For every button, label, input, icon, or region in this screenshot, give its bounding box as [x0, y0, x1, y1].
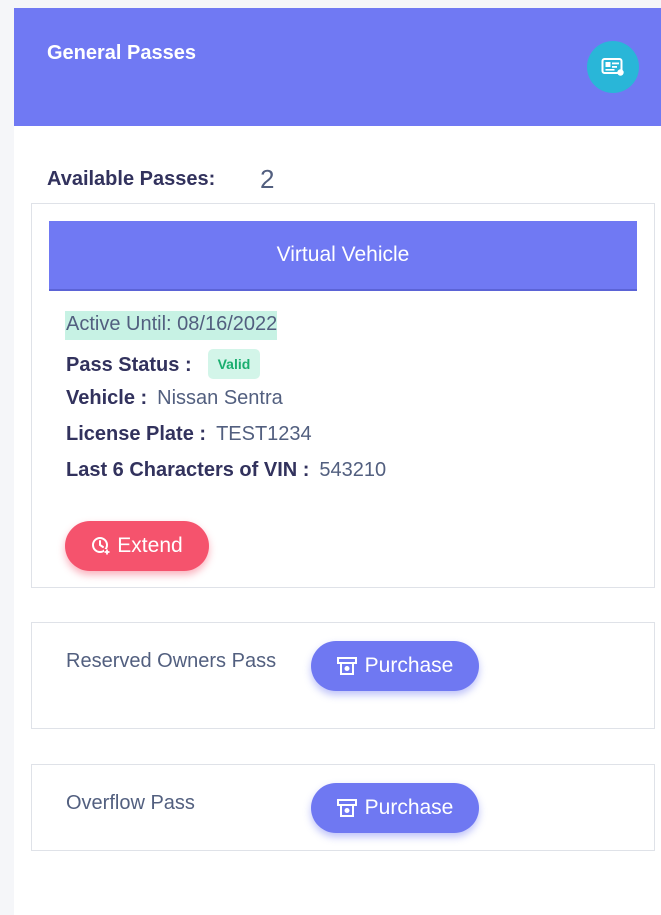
extend-button-label: Extend [117, 534, 183, 557]
purchase-button-label: Purchase [364, 654, 454, 677]
license-plate-value: TEST1234 [216, 423, 312, 445]
vehicle-label: Vehicle : [66, 387, 148, 409]
pass-card-icon [587, 41, 639, 93]
active-pass-panel: Virtual Vehicle Active Until: 08/16/2022… [31, 203, 655, 588]
pass-title: Virtual Vehicle [49, 221, 637, 291]
pass-status-label: Pass Status : [66, 354, 192, 376]
vehicle-row: Vehicle : Nissan Sentra [66, 387, 283, 410]
pass-row-reserved-owners: Reserved Owners Pass Purchase [31, 622, 655, 729]
status-badge: Valid [207, 349, 261, 379]
clock-plus-icon [92, 537, 111, 555]
vehicle-value: Nissan Sentra [157, 387, 283, 409]
active-until-text: Active Until: 08/16/2022 [65, 311, 278, 340]
available-passes-label: Available Passes: [47, 168, 216, 190]
pass-status-row: Pass Status : Valid [66, 349, 261, 379]
general-passes-card: General Passes Available Passes: 2 Virtu… [14, 8, 661, 915]
vin-label: Last 6 Characters of VIN : [66, 459, 310, 481]
purchase-button-overflow[interactable]: Purchase [311, 783, 479, 833]
purchase-button-reserved-owners[interactable]: Purchase [311, 641, 479, 691]
vin-value: 543210 [319, 459, 387, 481]
ticket-icon [336, 657, 357, 675]
pass-row-overflow: Overflow Pass Purchase [31, 764, 655, 851]
card-title: General Passes [47, 42, 196, 64]
vin-row: Last 6 Characters of VIN : 543210 [66, 459, 386, 482]
license-plate-row: License Plate : TEST1234 [66, 423, 312, 446]
license-plate-label: License Plate : [66, 423, 207, 445]
card-header: General Passes [14, 8, 661, 126]
pass-name: Reserved Owners Pass [66, 650, 277, 672]
extend-button[interactable]: Extend [65, 521, 209, 571]
pass-name: Overflow Pass [66, 792, 195, 814]
ticket-icon [336, 799, 357, 817]
available-passes-count: 2 [260, 164, 275, 194]
purchase-button-label: Purchase [364, 796, 454, 819]
